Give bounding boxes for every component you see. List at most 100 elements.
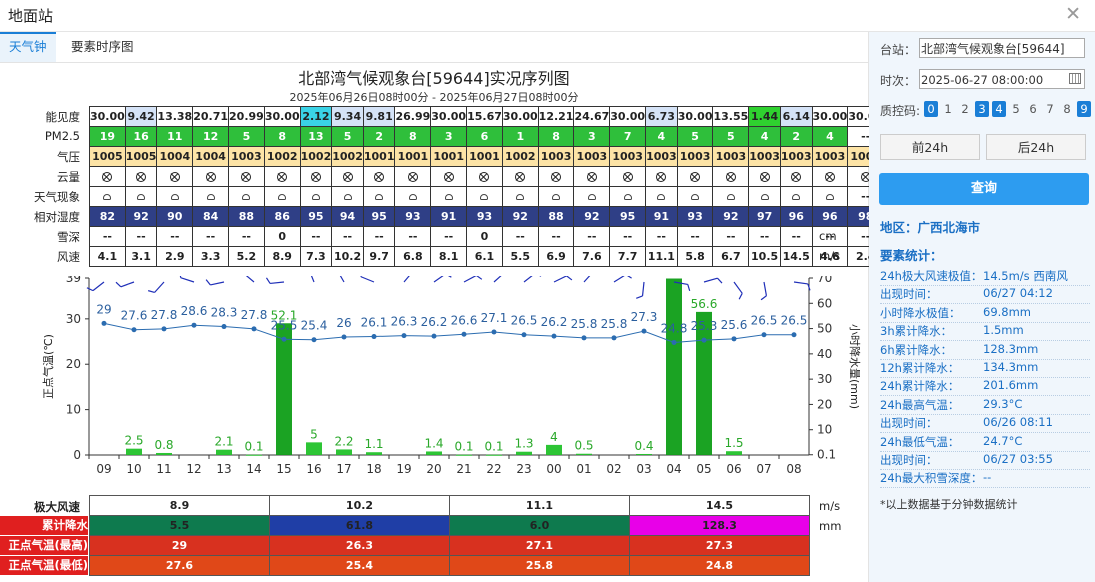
weather-icon bbox=[657, 194, 666, 200]
stat-key: 3h累计降水： bbox=[880, 324, 953, 339]
pressure-cell: 1003 bbox=[779, 146, 813, 167]
time-input[interactable]: 2025-06-27 08:00:00 bbox=[919, 69, 1085, 89]
snow-cell: -- bbox=[331, 226, 364, 247]
tmax-cell: 29 bbox=[89, 535, 270, 556]
stat-value: 128.3mm bbox=[983, 341, 1039, 356]
stat-row: 24h最高气温： 29.3°C bbox=[880, 397, 1090, 415]
tab-weather-clock[interactable]: 天气钟 bbox=[0, 32, 56, 62]
qc-code-5[interactable]: 5 bbox=[1009, 101, 1023, 117]
precip-bar bbox=[156, 452, 172, 455]
pm25-cell: 4 bbox=[645, 126, 678, 147]
query-button[interactable]: 查询 bbox=[879, 173, 1089, 205]
wind-cell: 3.1 bbox=[124, 246, 158, 267]
pm25-cell: 3 bbox=[430, 126, 468, 147]
wind-cell: 5.8 bbox=[676, 246, 714, 267]
cloud-missing-icon bbox=[791, 172, 802, 182]
stat-value: 201.6mm bbox=[983, 378, 1039, 393]
x-tick-label: 01 bbox=[576, 462, 591, 476]
qc-code-3[interactable]: 3 bbox=[975, 101, 989, 117]
precip-bar bbox=[336, 449, 352, 455]
cloud-cell bbox=[156, 166, 194, 187]
close-icon[interactable]: ✕ bbox=[1065, 3, 1081, 25]
temperature-label: 25.6 bbox=[721, 318, 748, 332]
temperature-point bbox=[401, 333, 407, 339]
weather-icon bbox=[444, 194, 453, 200]
pressure-cell: 1002 bbox=[263, 146, 301, 167]
qc-code-1[interactable]: 1 bbox=[941, 101, 955, 117]
calendar-icon[interactable] bbox=[1069, 73, 1081, 84]
precip-cell: 61.8 bbox=[269, 515, 450, 536]
max-wind-cell: 8.9 bbox=[89, 495, 270, 516]
stat-value: 06/27 04:12 bbox=[983, 286, 1053, 301]
humidity-cell: 93 bbox=[394, 206, 432, 227]
window-titlebar: 地面站 ✕ bbox=[0, 0, 1095, 32]
wind-cell: 6.7 bbox=[712, 246, 750, 267]
visibility-cell: 30.00 bbox=[430, 106, 468, 127]
y2-tick-label: 0.1 bbox=[817, 448, 836, 462]
x-tick-label: 07 bbox=[756, 462, 771, 476]
qc-code-8[interactable]: 8 bbox=[1060, 101, 1074, 117]
summary-table: 8.9 10.2 11.1 14.5 5.5 61.8 6.0 128.3 29 26.3 27.1… bbox=[89, 495, 810, 576]
stat-row: 24h极大风速极值： 14.5m/s 西南风 bbox=[880, 268, 1090, 286]
pm25-cell: 5 bbox=[228, 126, 265, 147]
wind-barb-icon bbox=[793, 281, 811, 291]
table-row: 82 92 90 84 88 86 95 94 95 93 91 93 92 88 92 95 91 93 92 97… bbox=[89, 206, 920, 227]
next-24h-button[interactable]: 后24h bbox=[986, 134, 1086, 160]
precip-label: 56.6 bbox=[691, 297, 718, 311]
cloud-missing-icon bbox=[725, 172, 736, 182]
stat-row: 出现时间： 06/26 08:11 bbox=[880, 415, 1090, 434]
humidity-cell: 93 bbox=[466, 206, 503, 227]
precip-bar bbox=[456, 454, 472, 456]
cloud-cell bbox=[362, 166, 396, 187]
temperature-point bbox=[641, 328, 647, 334]
prev-24h-button[interactable]: 前24h bbox=[880, 134, 980, 160]
wind-barb-icon bbox=[179, 276, 195, 283]
wind-cell: 3.3 bbox=[192, 246, 230, 267]
y-axis-title: 正点气温(℃) bbox=[41, 334, 55, 399]
wind-barb-icon bbox=[760, 281, 768, 301]
table-row: -- -- -- -- -- 0 -- -- -- -- -- 0 -- -- -- -- -- -- -- -- --… bbox=[89, 226, 920, 247]
humidity-cell: 92 bbox=[712, 206, 750, 227]
cloud-missing-icon bbox=[374, 172, 385, 182]
wind-barb-icon bbox=[359, 276, 375, 283]
pm25-cell: 11 bbox=[156, 126, 194, 147]
precip-bar bbox=[486, 454, 502, 456]
wind-barb-icon bbox=[336, 276, 345, 283]
x-tick-label: 16 bbox=[306, 462, 321, 476]
qc-code-0[interactable]: 0 bbox=[924, 101, 938, 117]
pressure-cell: 1003 bbox=[573, 146, 611, 167]
stat-key: 24h最大积雪深度： bbox=[880, 471, 983, 486]
humidity-cell: 95 bbox=[299, 206, 333, 227]
precip-bar bbox=[366, 452, 382, 455]
x-tick-label: 21 bbox=[456, 462, 471, 476]
humidity-cell: 95 bbox=[362, 206, 396, 227]
stat-key: 6h累计降水： bbox=[880, 342, 953, 357]
qc-code-6[interactable]: 6 bbox=[1026, 101, 1040, 117]
pressure-cell: 1002 bbox=[299, 146, 333, 167]
snow-cell: -- bbox=[228, 226, 265, 247]
humidity-cell: 91 bbox=[430, 206, 468, 227]
pressure-cell: 1003 bbox=[228, 146, 265, 167]
qc-code-7[interactable]: 7 bbox=[1043, 101, 1057, 117]
cloud-cell bbox=[811, 166, 849, 187]
wind-cell: 14.5 bbox=[779, 246, 813, 267]
stat-value: 134.3mm bbox=[983, 360, 1039, 374]
y2-tick-label: 30 bbox=[817, 372, 832, 386]
wind-barb-icon bbox=[703, 277, 723, 284]
pm25-cell: 3 bbox=[573, 126, 611, 147]
snow-cell: 0 bbox=[466, 226, 503, 247]
snow-cell: -- bbox=[811, 226, 849, 247]
qc-code-9[interactable]: 9 bbox=[1077, 101, 1091, 117]
qc-code-2[interactable]: 2 bbox=[958, 101, 972, 117]
station-input[interactable]: 北部湾气候观象台[59644] bbox=[919, 38, 1085, 58]
tab-element-timeseries[interactable]: 要素时序图 bbox=[62, 32, 143, 62]
precip-label: 0.1 bbox=[454, 440, 473, 454]
summary-row-label: 极大风速 bbox=[34, 500, 80, 514]
qc-code-4[interactable]: 4 bbox=[992, 101, 1006, 117]
visibility-cell: 30.00 bbox=[676, 106, 714, 127]
temperature-label: 27.6 bbox=[121, 309, 148, 323]
precip-bar bbox=[726, 451, 742, 455]
pressure-cell: 1003 bbox=[676, 146, 714, 167]
weather-cell bbox=[537, 186, 575, 207]
cloud-missing-icon bbox=[407, 172, 418, 182]
